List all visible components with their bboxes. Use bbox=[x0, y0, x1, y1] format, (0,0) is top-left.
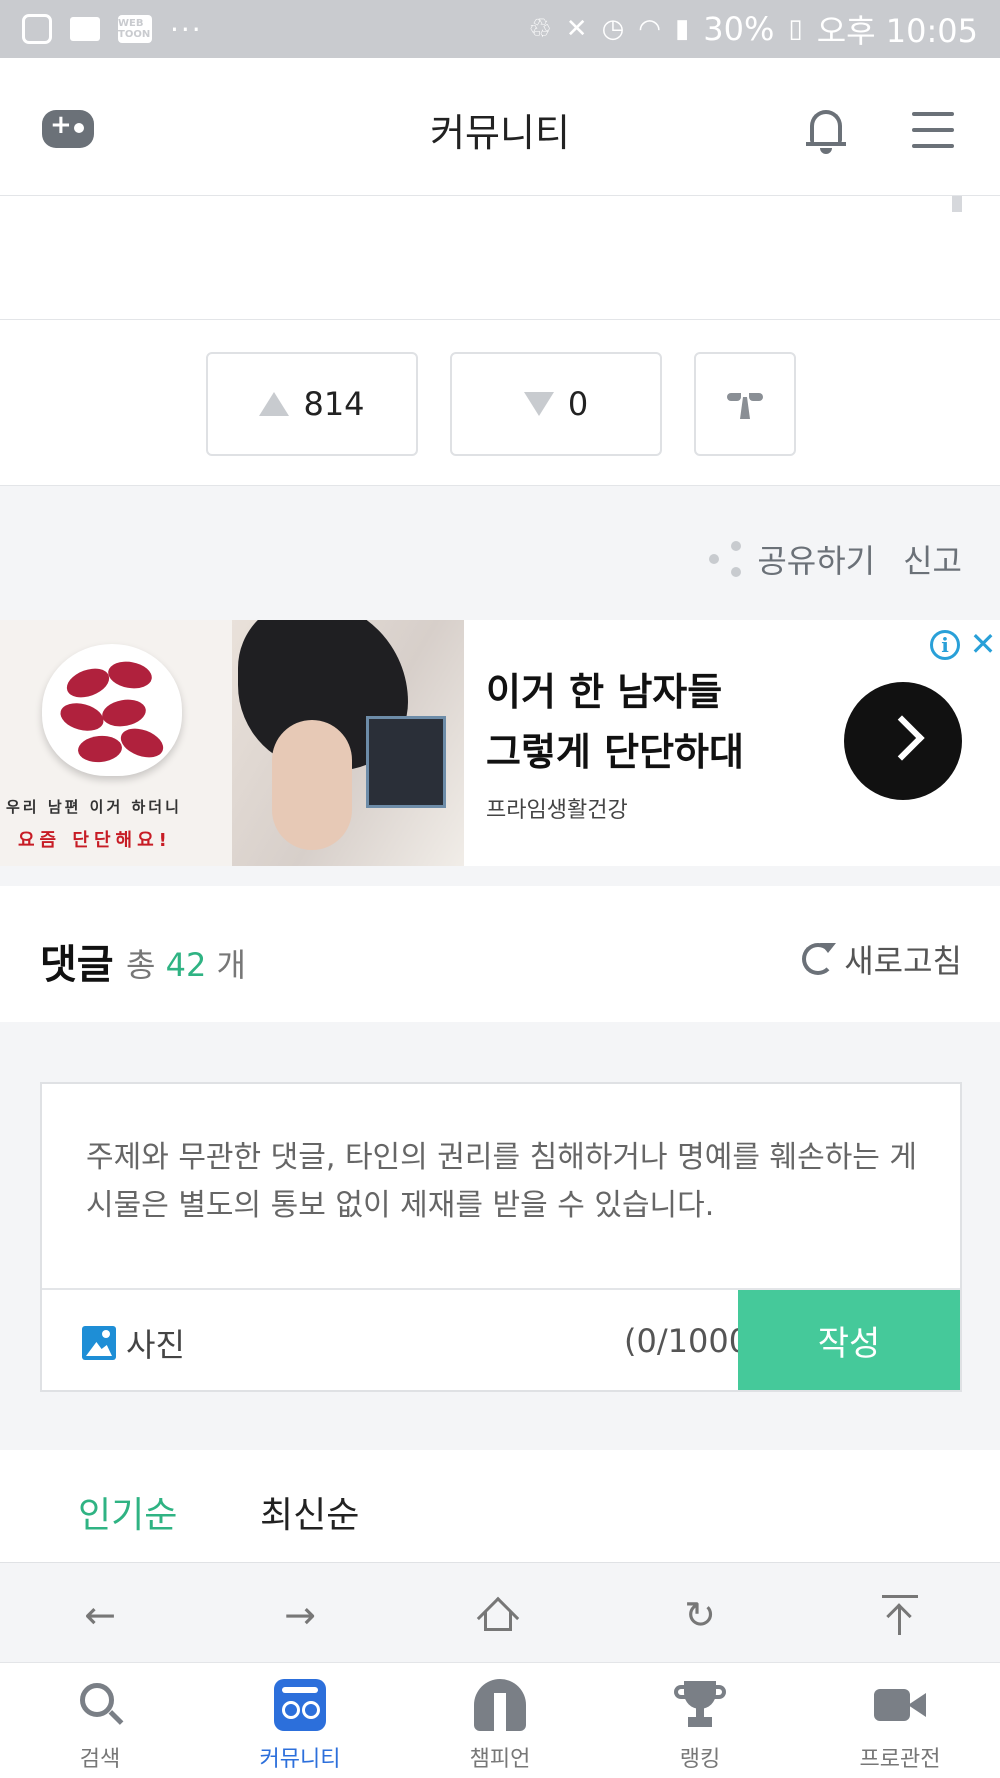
ad-info-icon[interactable]: i bbox=[930, 630, 960, 660]
comments-header: 댓글 총 42 개 새로고침 bbox=[0, 886, 1000, 1022]
bell-icon[interactable] bbox=[806, 108, 846, 154]
tab-search[interactable]: 검색 bbox=[0, 1663, 200, 1778]
battery-icon: ▯ bbox=[788, 14, 803, 44]
refresh-label: 새로고침 bbox=[844, 942, 962, 980]
bottom-tab-bar: 검색 커뮤니티 챔피언 랭킹 프로관전 bbox=[0, 1662, 1000, 1778]
upvote-button[interactable]: 814 bbox=[206, 352, 418, 456]
mute-icon: ✕ bbox=[565, 14, 588, 44]
angel-icon bbox=[727, 389, 763, 419]
wifi-icon: ◠ bbox=[638, 14, 661, 44]
post-content bbox=[0, 196, 1000, 320]
tab-champion[interactable]: 챔피언 bbox=[400, 1663, 600, 1778]
ad-photo bbox=[232, 620, 464, 866]
sort-latest-tab[interactable]: 최신순 bbox=[260, 1486, 359, 1538]
webtoon-icon: WEB TOON bbox=[118, 15, 152, 43]
ad-image-caption: 우리 남편 이거 하더니 bbox=[6, 798, 182, 816]
tab-label: 프로관전 bbox=[859, 1747, 941, 1772]
composer-toolbar: 사진 (0/1000) 작성 bbox=[42, 1288, 960, 1390]
image-icon bbox=[82, 1326, 116, 1360]
photo-label: 사진 bbox=[126, 1326, 185, 1364]
comment-composer-area: 주제와 무관한 댓글, 타인의 권리를 침해하거나 명예를 훼손하는 게시물은 … bbox=[0, 1022, 1000, 1450]
reload-icon[interactable]: ↻ bbox=[678, 1593, 722, 1637]
comment-count: 42 bbox=[165, 946, 207, 984]
tab-pro-watch[interactable]: 프로관전 bbox=[800, 1663, 1000, 1778]
downvote-button[interactable]: 0 bbox=[450, 352, 662, 456]
tab-community[interactable]: 커뮤니티 bbox=[200, 1663, 400, 1778]
trophy-icon bbox=[674, 1679, 726, 1731]
ad-close-icon[interactable]: ✕ bbox=[966, 628, 1000, 662]
message-icon bbox=[70, 17, 100, 41]
forward-icon[interactable]: → bbox=[278, 1593, 322, 1637]
video-camera-icon bbox=[874, 1679, 926, 1731]
page-title: 커뮤니티 bbox=[430, 111, 570, 155]
tab-label: 챔피언 bbox=[469, 1747, 531, 1772]
comments-title: 댓글 bbox=[40, 942, 114, 988]
refresh-button[interactable]: 새로고침 bbox=[802, 936, 962, 982]
angel-button[interactable] bbox=[694, 352, 796, 456]
app-notification-icon bbox=[22, 14, 52, 44]
sort-popular-tab[interactable]: 인기순 bbox=[78, 1486, 177, 1538]
browser-nav-bar: ← → ↻ bbox=[0, 1562, 1000, 1662]
home-icon[interactable] bbox=[476, 1596, 520, 1640]
tab-label: 검색 bbox=[79, 1747, 121, 1772]
upvote-arrow-icon bbox=[259, 392, 290, 416]
tab-label: 커뮤니티 bbox=[259, 1747, 341, 1772]
ad-pill-image: 우리 남편 이거 하더니 요즘 단단해요! bbox=[0, 620, 232, 866]
downvote-count: 0 bbox=[567, 385, 589, 423]
comment-composer: 주제와 무관한 댓글, 타인의 권리를 침해하거나 명예를 훼손하는 게시물은 … bbox=[40, 1082, 962, 1392]
status-bar: WEB TOON ··· ♲ ✕ ◷ ◠ ▮ 30% ▯ 오후 10:05 bbox=[0, 0, 1000, 58]
ad-go-button[interactable] bbox=[844, 682, 962, 800]
comment-input[interactable]: 주제와 무관한 댓글, 타인의 권리를 침해하거나 명예를 훼손하는 게시물은 … bbox=[86, 1134, 926, 1230]
community-icon bbox=[274, 1679, 326, 1731]
upvote-count: 814 bbox=[303, 385, 365, 423]
downvote-arrow-icon bbox=[523, 392, 554, 416]
ad-sponsor: 프라임생활건강 bbox=[486, 798, 628, 823]
photo-button[interactable]: 사진 bbox=[82, 1320, 185, 1366]
report-button[interactable]: 신고 bbox=[903, 536, 962, 582]
tab-label: 랭킹 bbox=[679, 1747, 721, 1772]
recycle-icon: ♲ bbox=[528, 14, 552, 44]
tab-ranking[interactable]: 랭킹 bbox=[600, 1663, 800, 1778]
comment-sort-tabs: 인기순 최신순 bbox=[0, 1450, 1000, 1562]
battery-percent: 30% bbox=[703, 10, 775, 48]
hamburger-menu-icon[interactable] bbox=[912, 112, 954, 148]
share-button[interactable]: 공유하기 bbox=[709, 536, 875, 582]
search-icon bbox=[74, 1679, 126, 1731]
app-header: 커뮤니티 bbox=[0, 58, 1000, 196]
post-actions: 공유하기 신고 bbox=[0, 486, 1000, 620]
comments-total: 총 42 개 bbox=[126, 946, 246, 984]
signal-icon: ▮ bbox=[674, 14, 690, 44]
submit-comment-button[interactable]: 작성 bbox=[738, 1290, 960, 1390]
clock: 오후 10:05 bbox=[816, 12, 978, 50]
ad-headline: 이거 한 남자들 그렇게 단단하대 bbox=[486, 670, 744, 774]
share-label: 공유하기 bbox=[757, 542, 876, 580]
scrollbar-thumb[interactable] bbox=[952, 196, 962, 212]
refresh-icon bbox=[802, 943, 837, 975]
more-notifications-icon: ··· bbox=[170, 12, 203, 46]
back-icon[interactable]: ← bbox=[78, 1593, 122, 1637]
champion-helmet-icon bbox=[474, 1679, 526, 1731]
scroll-top-icon[interactable] bbox=[880, 1593, 920, 1637]
share-icon bbox=[709, 541, 743, 577]
ad-banner[interactable]: 우리 남편 이거 하더니 요즘 단단해요! 이거 한 남자들 그렇게 단단하대 … bbox=[0, 620, 1000, 866]
vote-section: 814 0 bbox=[0, 320, 1000, 486]
ad-image-caption-highlight: 요즘 단단해요! bbox=[18, 830, 172, 851]
alarm-icon: ◷ bbox=[601, 14, 625, 44]
